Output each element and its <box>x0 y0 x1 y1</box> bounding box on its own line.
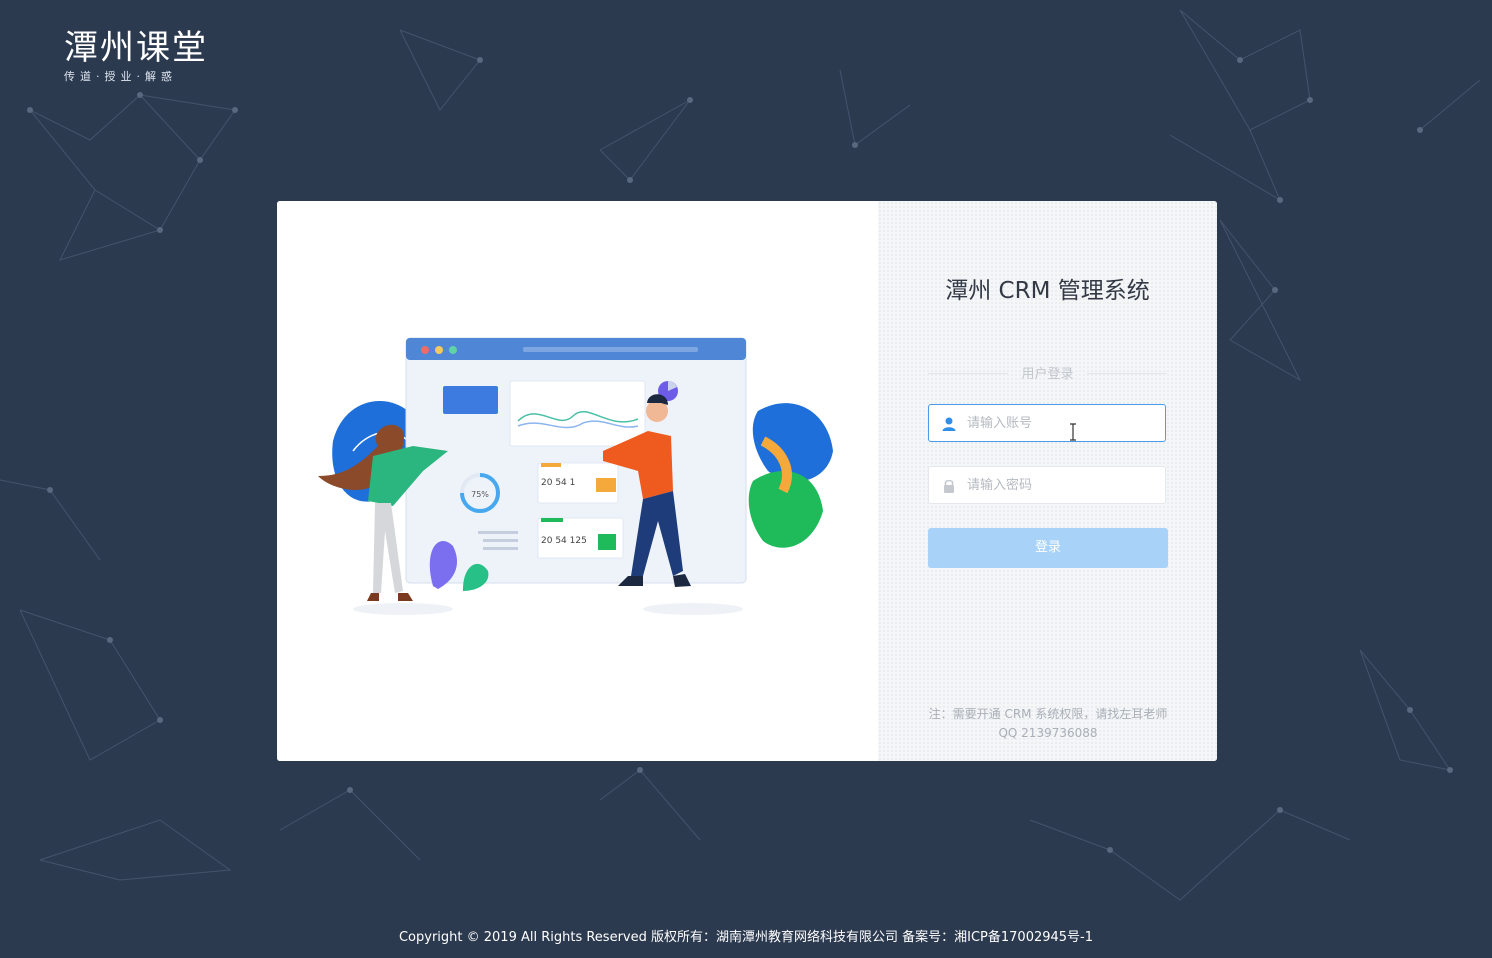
login-tab: 用户登录 <box>928 363 1167 382</box>
password-field[interactable] <box>928 466 1166 504</box>
widget-value-1: 20 54 1 <box>541 478 575 488</box>
lock-icon <box>944 479 954 493</box>
dashboard-illustration: 75% 20 54 1 20 54 125 <box>318 337 833 615</box>
access-note: 注：需要开通 CRM 系统权限，请找左耳老师 QQ 2139736088 <box>928 707 1168 740</box>
login-button[interactable]: 登录 <box>928 528 1168 568</box>
user-icon <box>942 417 956 431</box>
gauge-label: 75% <box>471 490 489 499</box>
login-tab-label: 用户登录 <box>1021 367 1074 382</box>
logo-text: 潭州课堂 <box>64 28 208 68</box>
logo-slogan: 传道·授业·解惑 <box>64 70 177 83</box>
password-input[interactable] <box>967 467 1157 503</box>
widget-value-2: 20 54 125 <box>541 536 587 546</box>
illustration-pane: 75% 20 54 1 20 54 125 <box>277 201 878 761</box>
login-card: 75% 20 54 1 20 54 125 潭州 CRM 管理系统 用户登录 请… <box>277 201 1217 761</box>
system-title: 潭州 CRM 管理系统 <box>945 278 1150 304</box>
brand-logo: 潭州课堂 传道·授业·解惑 <box>64 28 208 84</box>
username-input[interactable] <box>967 405 1157 441</box>
username-field[interactable] <box>928 404 1166 442</box>
text-cursor-icon <box>1070 423 1076 441</box>
footer-copyright: Copyright © 2019 All Rights Reserved 版权所… <box>398 930 1094 945</box>
login-pane: 潭州 CRM 管理系统 用户登录 登录 注：需要开通 CRM 系统权限， <box>878 201 1217 761</box>
